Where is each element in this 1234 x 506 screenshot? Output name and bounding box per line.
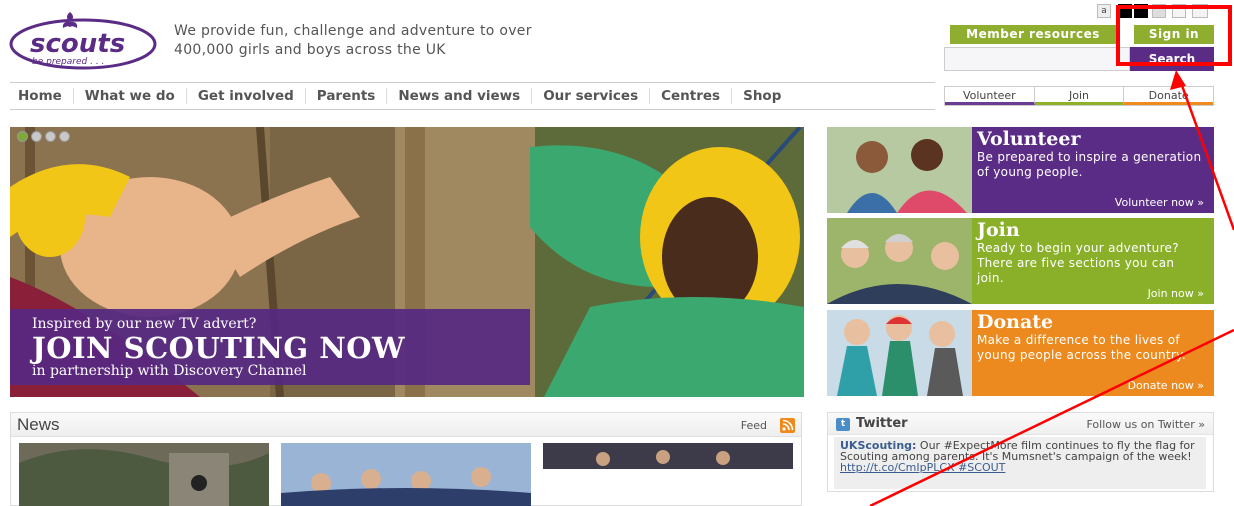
- quick-link-join[interactable]: Join: [1034, 87, 1125, 105]
- quick-links: Volunteer Join Donate: [944, 86, 1214, 106]
- quick-link-donate[interactable]: Donate: [1124, 87, 1214, 105]
- twitter-panel: t Twitter Follow us on Twitter » UKScout…: [827, 412, 1214, 492]
- slide-dot-3[interactable]: [45, 131, 56, 142]
- promo-donate[interactable]: Donate Make a difference to the lives of…: [827, 310, 1214, 396]
- slide-dot-4[interactable]: [59, 131, 70, 142]
- scouts-logo[interactable]: scouts be prepared . . .: [8, 8, 158, 70]
- promo-volunteer-title: Volunteer: [977, 128, 1081, 150]
- promo-volunteer-text: Be prepared to inspire a generation of y…: [977, 150, 1202, 179]
- feed-link[interactable]: Feed: [741, 419, 767, 432]
- promo-donate-text: Make a difference to the lives of young …: [977, 333, 1186, 362]
- nav-home[interactable]: Home: [10, 88, 74, 104]
- hero-banner[interactable]: Inspired by our new TV advert? JOIN SCOU…: [10, 127, 804, 397]
- news-thumbnail-1[interactable]: [19, 443, 269, 506]
- twitter-header: t Twitter Follow us on Twitter »: [828, 413, 1213, 435]
- news-thumbnail-3[interactable]: [543, 443, 793, 469]
- hero-caption-intro: Inspired by our new TV advert?: [32, 316, 257, 332]
- news-panel: News Feed: [10, 412, 802, 506]
- promo-join-photo: [827, 218, 972, 304]
- logo-motto: be prepared . . .: [32, 57, 104, 67]
- follow-us-link[interactable]: Follow us on Twitter »: [1087, 418, 1206, 431]
- main-nav: Home What we do Get involved Parents New…: [10, 82, 935, 110]
- tweet: UKScouting: Our #ExpectMore film continu…: [834, 437, 1206, 489]
- contrast-grey-option[interactable]: [1152, 4, 1166, 18]
- contrast-dark-option[interactable]: [1118, 4, 1132, 18]
- sign-in-button[interactable]: Sign in: [1134, 25, 1214, 44]
- promo-volunteer[interactable]: Volunteer Be prepared to inspire a gener…: [827, 127, 1214, 213]
- nav-parents[interactable]: Parents: [306, 88, 388, 104]
- text-size-large[interactable]: [1192, 4, 1208, 18]
- slide-dots: [17, 131, 70, 142]
- site-tagline: We provide fun, challenge and adventure …: [174, 23, 532, 58]
- nav-get-involved[interactable]: Get involved: [187, 88, 306, 104]
- promo-join-text: Ready to begin your adventure? There are…: [977, 241, 1179, 285]
- nav-news-and-views[interactable]: News and views: [387, 88, 533, 104]
- hero-caption[interactable]: Inspired by our new TV advert? JOIN SCOU…: [10, 309, 530, 385]
- slide-dot-2[interactable]: [31, 131, 42, 142]
- twitter-title: Twitter: [856, 416, 908, 431]
- text-size-small[interactable]: a: [1097, 4, 1111, 18]
- nav-what-we-do[interactable]: What we do: [74, 88, 187, 104]
- promo-donate-photo: [827, 310, 972, 396]
- logo-wordmark: scouts: [30, 29, 125, 59]
- promo-donate-link[interactable]: Donate now »: [1128, 379, 1204, 392]
- promo-volunteer-photo: [827, 127, 972, 213]
- nav-our-services[interactable]: Our services: [532, 88, 651, 104]
- news-header: News Feed: [11, 413, 801, 437]
- promo-volunteer-link[interactable]: Volunteer now »: [1115, 196, 1204, 209]
- nav-centres[interactable]: Centres: [650, 88, 733, 104]
- promo-join-title: Join: [977, 219, 1020, 241]
- hero-caption-partner: in partnership with Discovery Channel: [32, 363, 307, 379]
- twitter-icon: t: [836, 418, 850, 431]
- member-resources-button[interactable]: Member resources: [950, 25, 1116, 44]
- rss-feed-icon[interactable]: [780, 418, 795, 433]
- news-thumbnail-2[interactable]: [281, 443, 531, 506]
- nav-shop[interactable]: Shop: [732, 88, 792, 104]
- quick-link-volunteer[interactable]: Volunteer: [945, 87, 1035, 105]
- news-title: News: [17, 415, 60, 434]
- search-input[interactable]: [944, 47, 1130, 71]
- hero-caption-headline: JOIN SCOUTING NOW: [32, 331, 406, 365]
- search-button[interactable]: Search: [1130, 47, 1214, 71]
- promo-join[interactable]: Join Ready to begin your adventure? Ther…: [827, 218, 1214, 304]
- contrast-dark-option-2[interactable]: [1134, 4, 1148, 18]
- promo-donate-title: Donate: [977, 311, 1054, 333]
- slide-dot-1[interactable]: [17, 131, 28, 142]
- promo-join-link[interactable]: Join now »: [1148, 287, 1204, 300]
- contrast-light-option[interactable]: [1172, 4, 1186, 18]
- tweet-link[interactable]: http://t.co/CmIpPLCX #SCOUT: [840, 461, 1005, 474]
